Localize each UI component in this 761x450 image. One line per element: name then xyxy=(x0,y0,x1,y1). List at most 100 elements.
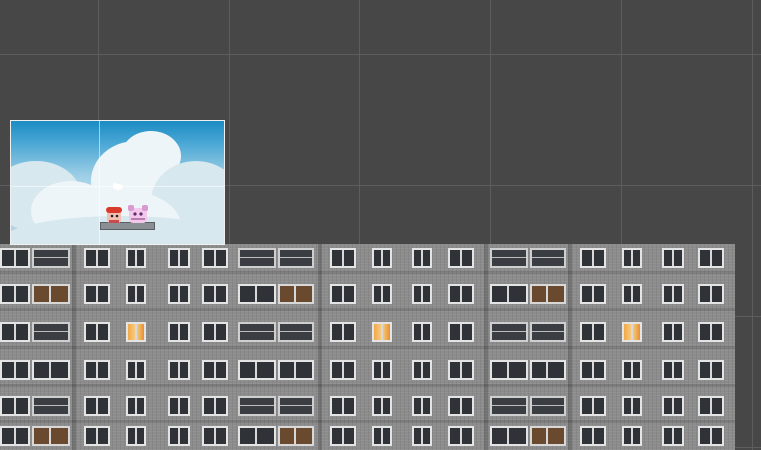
building-slab xyxy=(0,308,735,311)
building-window xyxy=(372,426,392,446)
building-window xyxy=(622,322,642,342)
building-window xyxy=(126,322,146,342)
building-window xyxy=(372,248,392,268)
building-window xyxy=(412,360,432,380)
character-red-icon[interactable] xyxy=(104,206,124,224)
building-window xyxy=(622,396,642,416)
building-window xyxy=(202,248,228,268)
building-window xyxy=(238,284,276,304)
building-window xyxy=(662,322,684,342)
building-window xyxy=(530,360,566,380)
building-window xyxy=(278,360,314,380)
character-pink-icon[interactable] xyxy=(127,204,149,224)
building-window xyxy=(622,360,642,380)
building-window xyxy=(0,360,30,380)
building-window xyxy=(530,322,566,342)
building-window xyxy=(238,396,276,416)
building-sprite[interactable] xyxy=(0,244,735,450)
building-window xyxy=(126,284,146,304)
building-window xyxy=(372,322,392,342)
building-window xyxy=(0,322,30,342)
building-window xyxy=(32,360,70,380)
building-window xyxy=(0,396,30,416)
building-window xyxy=(412,426,432,446)
building-window xyxy=(238,322,276,342)
building-window xyxy=(448,284,474,304)
building-window xyxy=(698,426,724,446)
building-window xyxy=(580,322,606,342)
building-window xyxy=(168,396,190,416)
building-window xyxy=(168,284,190,304)
building-window xyxy=(448,360,474,380)
building-window xyxy=(622,426,642,446)
building-window xyxy=(202,426,228,446)
building-window xyxy=(490,284,528,304)
building-window xyxy=(330,396,356,416)
building-window xyxy=(32,284,70,304)
building-window xyxy=(698,322,724,342)
building-window xyxy=(580,248,606,268)
building-window xyxy=(278,322,314,342)
bird-icon[interactable] xyxy=(112,182,124,190)
building-window xyxy=(448,248,474,268)
building-window xyxy=(698,284,724,304)
grid-line xyxy=(0,54,761,55)
building-window xyxy=(490,426,528,446)
building-window xyxy=(0,426,30,446)
building-slab xyxy=(0,271,735,274)
building-window xyxy=(202,360,228,380)
building-window xyxy=(412,248,432,268)
building-window xyxy=(84,396,110,416)
building-window xyxy=(278,248,314,268)
building-window xyxy=(580,426,606,446)
building-window xyxy=(168,248,190,268)
scene-view[interactable] xyxy=(0,0,761,450)
building-window xyxy=(490,322,528,342)
building-window xyxy=(84,248,110,268)
building-window xyxy=(238,360,276,380)
grid-line xyxy=(752,0,753,450)
building-window xyxy=(32,248,70,268)
building-slab xyxy=(0,420,735,423)
building-window xyxy=(330,284,356,304)
building-window xyxy=(412,396,432,416)
building-window xyxy=(490,396,528,416)
building-window xyxy=(448,426,474,446)
building-window xyxy=(698,248,724,268)
building-window xyxy=(490,248,528,268)
building-window xyxy=(84,284,110,304)
building-window xyxy=(126,248,146,268)
building-window xyxy=(530,248,566,268)
building-window xyxy=(126,426,146,446)
building-window xyxy=(372,284,392,304)
building-window xyxy=(412,322,432,342)
building-window xyxy=(490,360,528,380)
building-window xyxy=(330,426,356,446)
building-window xyxy=(32,322,70,342)
building-window xyxy=(238,248,276,268)
building-window xyxy=(698,360,724,380)
building-window xyxy=(530,396,566,416)
building-window xyxy=(662,284,684,304)
building-window xyxy=(530,284,566,304)
building-window xyxy=(662,248,684,268)
building-window xyxy=(202,284,228,304)
building-window xyxy=(126,396,146,416)
building-slab xyxy=(0,384,735,387)
building-window xyxy=(168,322,190,342)
building-window xyxy=(84,426,110,446)
building-window xyxy=(580,396,606,416)
building-window xyxy=(202,396,228,416)
building-window xyxy=(168,360,190,380)
building-window xyxy=(84,322,110,342)
building-window xyxy=(662,396,684,416)
building-window xyxy=(448,396,474,416)
building-slab xyxy=(0,346,735,349)
building-window xyxy=(330,248,356,268)
building-window xyxy=(662,360,684,380)
building-window xyxy=(0,248,30,268)
building-window xyxy=(0,284,30,304)
building-window xyxy=(32,396,70,416)
building-window xyxy=(698,396,724,416)
building-window xyxy=(372,396,392,416)
